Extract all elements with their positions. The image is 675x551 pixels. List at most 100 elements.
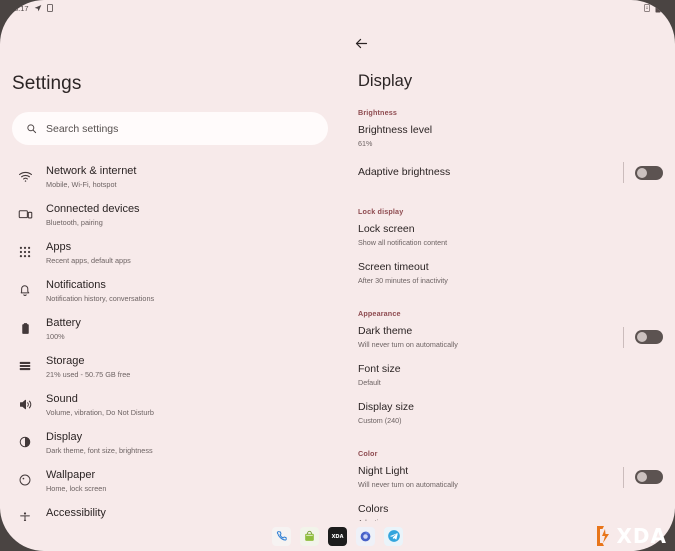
devices-icon	[16, 205, 34, 223]
sidebar-item-battery-text: Battery 100%	[46, 317, 81, 341]
pref-screen-timeout[interactable]: Screen timeout After 30 minutes of inact…	[358, 254, 663, 292]
pref-lock-screen-text: Lock screen Show all notification conten…	[358, 223, 447, 247]
settings-sidebar: Settings Search settings Network & inter…	[0, 16, 340, 521]
wallpaper-icon	[16, 471, 34, 489]
sidebar-item-display-text: Display Dark theme, font size, brightnes…	[46, 431, 153, 455]
sidebar-item-network-text: Network & internet Mobile, Wi-Fi, hotspo…	[46, 165, 136, 189]
pref-title: Display size	[358, 401, 414, 414]
sidebar-item-apps[interactable]: Apps Recent apps, default apps	[12, 234, 328, 272]
bell-icon	[16, 281, 34, 299]
status-bar: 8:17	[0, 0, 675, 16]
section-header-color: Color	[358, 449, 663, 458]
pref-brightness-level[interactable]: Brightness level 61%	[358, 117, 663, 155]
pref-sublabel: 61%	[358, 139, 432, 148]
sidebar-item-notifications[interactable]: Notifications Notification history, conv…	[12, 272, 328, 310]
display-settings-panel: Display Brightness Brightness level 61% …	[340, 16, 675, 521]
sidebar-item-battery[interactable]: Battery 100%	[12, 310, 328, 348]
toggle-knob	[637, 332, 647, 342]
pref-dark-theme-control	[623, 327, 663, 348]
search-input[interactable]: Search settings	[12, 112, 328, 145]
status-bar-right	[644, 4, 661, 13]
pref-display-size[interactable]: Display size Custom (240)	[358, 394, 663, 432]
telegram-app-icon[interactable]	[384, 527, 403, 546]
pref-title: Colors	[358, 503, 388, 516]
vertical-divider	[623, 467, 624, 488]
sidebar-item-network[interactable]: Network & internet Mobile, Wi-Fi, hotspo…	[12, 158, 328, 196]
pref-lock-screen[interactable]: Lock screen Show all notification conten…	[358, 216, 663, 254]
sidebar-item-display[interactable]: Display Dark theme, font size, brightnes…	[12, 424, 328, 462]
sidebar-item-label: Apps	[46, 241, 131, 254]
sidebar-item-label: Display	[46, 431, 153, 444]
storage-icon	[16, 357, 34, 375]
xda-logo-icon	[596, 525, 612, 547]
sidebar-item-sublabel: Volume, vibration, Do Not Disturb	[46, 408, 154, 417]
sidebar-item-label: Storage	[46, 355, 130, 368]
pref-title: Adaptive brightness	[358, 166, 450, 179]
sidebar-item-accessibility[interactable]: Accessibility Display, interaction, audi…	[12, 500, 328, 521]
toggle-knob	[637, 168, 647, 178]
pref-screen-timeout-text: Screen timeout After 30 minutes of inact…	[358, 261, 448, 285]
display-icon	[16, 433, 34, 451]
dark-theme-toggle[interactable]	[635, 330, 663, 344]
pref-title: Font size	[358, 363, 401, 376]
back-button[interactable]	[350, 32, 372, 54]
signal-icon	[644, 4, 650, 12]
section-header-lock-display: Lock display	[358, 207, 663, 216]
pref-adaptive-brightness-text: Adaptive brightness	[358, 166, 450, 179]
arrow-left-icon	[354, 36, 369, 51]
sidebar-item-sublabel: 100%	[46, 332, 81, 341]
pref-adaptive-brightness-control	[623, 162, 663, 183]
pref-sublabel: After 30 minutes of inactivity	[358, 276, 448, 285]
pref-title: Lock screen	[358, 223, 447, 236]
pref-night-light[interactable]: Night Light Will never turn on automatic…	[358, 458, 663, 496]
xda-wordmark: XDA	[617, 524, 668, 548]
pref-display-size-text: Display size Custom (240)	[358, 401, 414, 425]
vertical-divider	[623, 162, 624, 183]
sidebar-item-sound-text: Sound Volume, vibration, Do Not Disturb	[46, 393, 154, 417]
pref-title: Screen timeout	[358, 261, 448, 274]
blue-app-icon[interactable]	[356, 527, 375, 546]
pref-sublabel: Show all notification content	[358, 238, 447, 247]
sidebar-item-label: Wallpaper	[46, 469, 106, 482]
sidebar-item-sound[interactable]: Sound Volume, vibration, Do Not Disturb	[12, 386, 328, 424]
sidebar-item-sublabel: 21% used - 50.75 GB free	[46, 370, 130, 379]
pref-dark-theme-text: Dark theme Will never turn on automatica…	[358, 325, 458, 349]
sidebar-item-storage[interactable]: Storage 21% used - 50.75 GB free	[12, 348, 328, 386]
sidebar-item-label: Accessibility	[46, 507, 129, 520]
toggle-knob	[637, 472, 647, 482]
sidebar-item-sublabel: Recent apps, default apps	[46, 256, 131, 265]
pref-adaptive-brightness[interactable]: Adaptive brightness	[358, 155, 663, 190]
sidebar-item-connected-devices-text: Connected devices Bluetooth, pairing	[46, 203, 140, 227]
sidebar-item-wallpaper[interactable]: Wallpaper Home, lock screen	[12, 462, 328, 500]
phone-app-icon[interactable]	[272, 527, 291, 546]
pref-dark-theme[interactable]: Dark theme Will never turn on automatica…	[358, 318, 663, 356]
pref-sublabel: Custom (240)	[358, 416, 414, 425]
dark-app-icon[interactable]: XDA	[328, 527, 347, 546]
search-placeholder: Search settings	[46, 123, 118, 135]
green-app-icon[interactable]	[300, 527, 319, 546]
night-light-toggle[interactable]	[635, 470, 663, 484]
sidebar-item-connected-devices[interactable]: Connected devices Bluetooth, pairing	[12, 196, 328, 234]
sidebar-item-sublabel: Mobile, Wi-Fi, hotspot	[46, 180, 136, 189]
sidebar-item-label: Sound	[46, 393, 154, 406]
device-screen: 8:17 Settings Search settings	[0, 0, 675, 551]
wifi-icon	[16, 167, 34, 185]
taskbar-app-row: XDA	[272, 527, 403, 546]
sidebar-item-label: Network & internet	[46, 165, 136, 178]
pref-night-light-text: Night Light Will never turn on automatic…	[358, 465, 458, 489]
sidebar-item-sublabel: Dark theme, font size, brightness	[46, 446, 153, 455]
pref-night-light-control	[623, 467, 663, 488]
pref-title: Night Light	[358, 465, 458, 478]
pref-colors-text: Colors Adaptive	[358, 503, 388, 521]
pref-font-size[interactable]: Font size Default	[358, 356, 663, 394]
pref-brightness-level-text: Brightness level 61%	[358, 124, 432, 148]
pref-title: Dark theme	[358, 325, 458, 338]
adaptive-brightness-toggle[interactable]	[635, 166, 663, 180]
pref-sublabel: Will never turn on automatically	[358, 340, 458, 349]
page-title: Settings	[12, 73, 328, 95]
pref-colors[interactable]: Colors Adaptive	[358, 496, 663, 521]
sidebar-item-notifications-text: Notifications Notification history, conv…	[46, 279, 154, 303]
battery-icon	[16, 319, 34, 337]
pref-sublabel: Default	[358, 378, 401, 387]
sim-icon	[47, 4, 53, 12]
